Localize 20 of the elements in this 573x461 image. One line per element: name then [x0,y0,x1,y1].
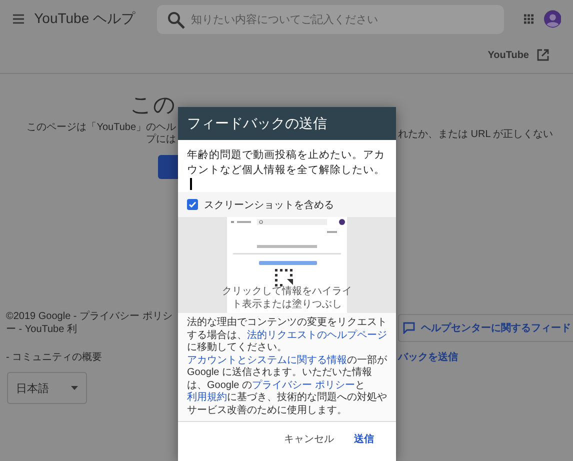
screenshot-preview[interactable]: クリックして情報をハイライト表示または塗りつぶし [178,217,396,313]
legal-link[interactable]: 利用規約 [187,392,227,403]
legal-link[interactable]: 法的リクエストのヘルプページ [247,330,387,340]
footer-text: ©2019 Google - プライバシー ポリシー - YouTube 利 [5,310,174,337]
legal-link[interactable]: アカウントとシステムに関する情報 [187,354,347,366]
community-link[interactable]: - コミュニティの概要 [0,342,178,364]
dialog-title: フィードバックの送信 [178,107,396,140]
send-button[interactable]: 送信 [352,430,376,448]
page-description: れたか、または URL が正しくない [397,128,554,141]
page-description: このページは「YouTube」のヘルプには [26,122,177,146]
page-heading: この [130,91,177,119]
legal-notice: 法的な理由でコンテンツの変更をリクエストする場合は、法的リクエストのヘルプページ に移動してください。 アカウントとシステムに関する情報の一部が Google に送信されます。いただいた情報は、Google のプライバシー ポリシーと 利用規約に基づき、技術的な問題への対処やサービス改善のために使用します。 [178,313,396,422]
legal-link[interactable]: プライバシー ポリシー [252,380,355,390]
screenshot-hint: クリックして情報をハイライト表示または塗りつぶし [221,285,353,311]
cancel-button[interactable]: キャンセル [282,430,336,448]
youtube-link[interactable]: YouTube [488,50,529,60]
language-select[interactable]: 日本語 [7,372,87,404]
search-placeholder: 知りたい内容についてご記入ください [191,12,378,27]
app-title: YouTube ヘルプ [34,10,136,28]
message-field[interactable]: 年齢的問題で動画投稿を止めたい。アカウントなど個人情報を全て解除したい。 [178,140,396,192]
